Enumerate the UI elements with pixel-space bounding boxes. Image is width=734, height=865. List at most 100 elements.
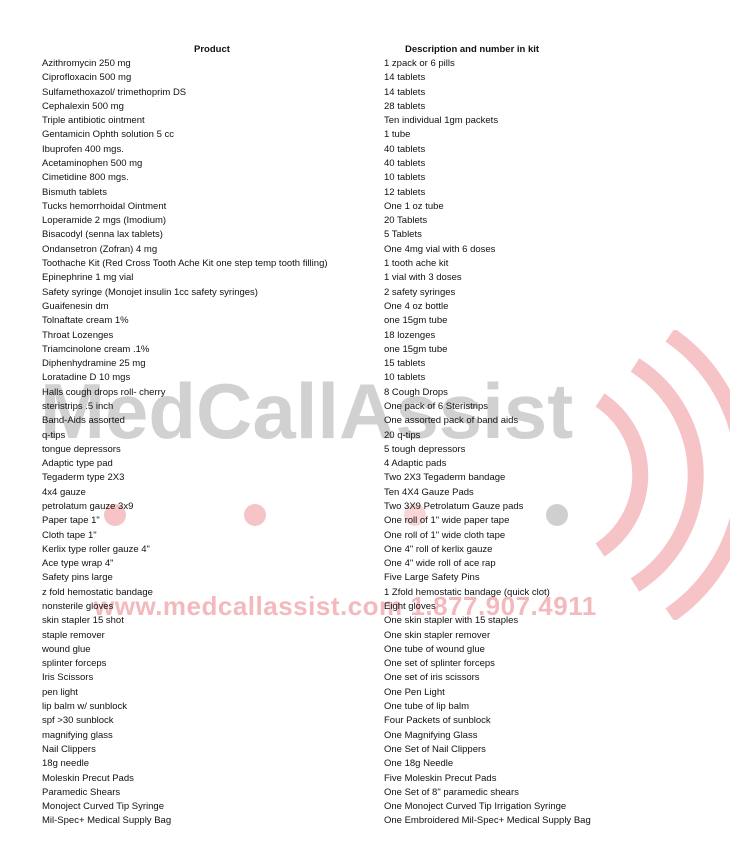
- table-row: tongue depressors 5 tough depressors: [0, 443, 734, 457]
- product-cell: Epinephrine 1 mg vial: [42, 272, 134, 284]
- product-cell: Guaifenesin dm: [42, 300, 109, 312]
- product-cell: Safety syringe (Monojet insulin 1cc safe…: [42, 286, 258, 298]
- description-cell: 15 tablets: [384, 358, 426, 370]
- description-cell: 40 tablets: [384, 143, 426, 155]
- description-cell: 10 tablets: [384, 172, 426, 184]
- product-cell: Throat Lozenges: [42, 329, 114, 341]
- header-product: Product: [194, 44, 230, 55]
- product-cell: Moleskin Precut Pads: [42, 772, 134, 784]
- description-cell: Five Moleskin Precut Pads: [384, 772, 497, 784]
- description-cell: One set of iris scissors: [384, 672, 480, 684]
- table-row: Triple antibiotic ointment Ten individual…: [0, 114, 734, 128]
- description-cell: One tube of wound glue: [384, 643, 485, 655]
- product-cell: Triple antibiotic ointment: [42, 115, 145, 127]
- table-row: q-tips 20 q-tips: [0, 429, 734, 443]
- table-row: Sulfamethoxazol/ trimethoprim DS 14 table…: [0, 86, 734, 100]
- product-cell: Tegaderm type 2X3: [42, 472, 125, 484]
- table-row: Bisacodyl (senna lax tablets) 5 Tablets: [0, 228, 734, 242]
- description-cell: 14 tablets: [384, 86, 426, 98]
- description-cell: One 4mg vial with 6 doses: [384, 243, 496, 255]
- table-row: Diphenhydramine 25 mg 15 tablets: [0, 357, 734, 371]
- table-row: skin stapler 15 shot One skin stapler wit…: [0, 614, 734, 628]
- description-cell: Ten 4X4 Gauze Pads: [384, 486, 474, 498]
- product-cell: Toothache Kit (Red Cross Tooth Ache Kit …: [42, 258, 328, 270]
- description-cell: 28 tablets: [384, 100, 426, 112]
- product-cell: Iris Scissors: [42, 672, 94, 684]
- table-row: Throat Lozenges 18 lozenges: [0, 329, 734, 343]
- product-cell: Kerlix type roller gauze 4": [42, 543, 150, 555]
- description-cell: 20 Tablets: [384, 215, 428, 227]
- description-cell: One 4" wide roll of ace rap: [384, 558, 496, 570]
- table-row: Mil-Spec+ Medical Supply Bag One Embroide…: [0, 814, 734, 828]
- product-cell: Mil-Spec+ Medical Supply Bag: [42, 815, 172, 827]
- table-row: Paper tape 1" One roll of 1" wide paper t…: [0, 514, 734, 528]
- description-cell: 4 Adaptic pads: [384, 458, 447, 470]
- table-row: splinter forceps One set of splinter forc…: [0, 657, 734, 671]
- description-cell: One Set of Nail Clippers: [384, 743, 486, 755]
- description-cell: Ten individual 1gm packets: [384, 115, 499, 127]
- product-cell: Loperamide 2 mgs (Imodium): [42, 215, 167, 227]
- table-row: 4x4 gauze Ten 4X4 Gauze Pads: [0, 486, 734, 500]
- product-cell: magnifying glass: [42, 729, 113, 741]
- product-cell: Diphenhydramine 25 mg: [42, 358, 146, 370]
- description-cell: 1 zpack or 6 pills: [384, 58, 455, 69]
- description-cell: 18 lozenges: [384, 329, 436, 341]
- description-cell: 2 safety syringes: [384, 286, 456, 298]
- product-cell: staple remover: [42, 629, 105, 641]
- table-row: Ace type wrap 4" One 4" wide roll of ace …: [0, 557, 734, 571]
- description-cell: One 18g Needle: [384, 758, 454, 770]
- table-row: steristrips .5 inch One pack of 6 Sterist…: [0, 400, 734, 414]
- description-cell: One pack of 6 Steristrips: [384, 400, 489, 412]
- description-cell: One Embroidered Mil-Spec+ Medical Supply…: [384, 815, 591, 827]
- description-cell: 1 Zfold hemostatic bandage (quick clot): [384, 586, 550, 598]
- product-cell: Tucks hemorrhoidal Ointment: [42, 200, 167, 212]
- product-cell: pen light: [42, 686, 78, 698]
- description-cell: Eight gloves: [384, 601, 436, 613]
- product-cell: Cephalexin 500 mg: [42, 100, 124, 112]
- product-cell: Monoject Curved Tip Syringe: [42, 801, 164, 813]
- product-cell: q-tips: [42, 429, 66, 441]
- description-cell: One tube of lip balm: [384, 701, 470, 713]
- description-cell: Two 2X3 Tegaderm bandage: [384, 472, 506, 484]
- product-cell: skin stapler 15 shot: [42, 615, 124, 627]
- table-row: 18g needle One 18g Needle: [0, 757, 734, 771]
- table-row: nonsterile gloves Eight gloves: [0, 600, 734, 614]
- table-row: Moleskin Precut Pads Five Moleskin Precut…: [0, 772, 734, 786]
- table-row: Tolnaftate cream 1% one 15gm tube: [0, 314, 734, 328]
- product-cell: steristrips .5 inch: [42, 400, 114, 412]
- product-cell: Band-Aids assorted: [42, 415, 125, 427]
- description-cell: 1 tube: [384, 129, 411, 141]
- description-cell: 1 tooth ache kit: [384, 258, 449, 270]
- table-row: lip balm w/ sunblock One tube of lip balm: [0, 700, 734, 714]
- description-cell: One roll of 1" wide cloth tape: [384, 529, 506, 541]
- product-cell: tongue depressors: [42, 443, 121, 455]
- table-row: Iris Scissors One set of iris scissors: [0, 671, 734, 685]
- table-row: z fold hemostatic bandage 1 Zfold hemosta…: [0, 586, 734, 600]
- table-row: staple remover One skin stapler remover: [0, 629, 734, 643]
- product-cell: Cloth tape 1": [42, 529, 97, 541]
- table-row: Halls cough drops roll- cherry 8 Cough Dr…: [0, 386, 734, 400]
- product-cell: nonsterile gloves: [42, 601, 114, 613]
- table-row: Cephalexin 500 mg 28 tablets: [0, 100, 734, 114]
- table-row: Safety pins large Five Large Safety Pins: [0, 571, 734, 585]
- table-row: Ondansetron (Zofran) 4 mg One 4mg vial wi…: [0, 243, 734, 257]
- table-row: Safety syringe (Monojet insulin 1cc safe…: [0, 286, 734, 300]
- table-row: pen light One Pen Light: [0, 686, 734, 700]
- table-row: petrolatum gauze 3x9 Two 3X9 Petrolatum G…: [0, 500, 734, 514]
- description-cell: 1 vial with 3 doses: [384, 272, 462, 284]
- description-cell: one 15gm tube: [384, 343, 448, 355]
- product-cell: Tolnaftate cream 1%: [42, 315, 129, 327]
- description-cell: 20 q-tips: [384, 429, 421, 441]
- description-cell: 5 Tablets: [384, 229, 422, 241]
- product-cell: wound glue: [42, 643, 91, 655]
- description-cell: one 15gm tube: [384, 315, 448, 327]
- product-cell: Adaptic type pad: [42, 458, 113, 470]
- description-cell: One Magnifying Glass: [384, 729, 478, 741]
- table-row: Acetaminophen 500 mg 40 tablets: [0, 157, 734, 171]
- product-cell: Triamcinolone cream .1%: [42, 343, 150, 355]
- table-row: Tegaderm type 2X3 Two 2X3 Tegaderm bandag…: [0, 471, 734, 485]
- product-cell: Nail Clippers: [42, 743, 96, 755]
- description-cell: One skin stapler remover: [384, 629, 491, 641]
- product-cell: Bisacodyl (senna lax tablets): [42, 229, 163, 241]
- description-cell: One assorted pack of band aids: [384, 415, 519, 427]
